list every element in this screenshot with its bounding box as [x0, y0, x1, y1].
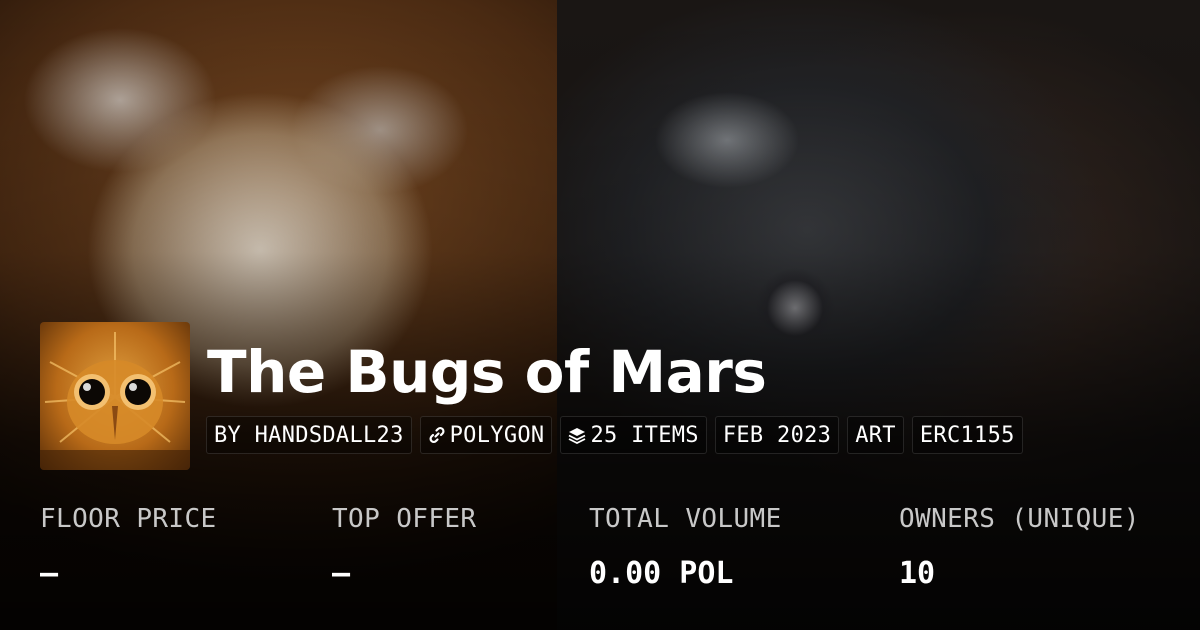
collection-title: The Bugs of Mars [207, 338, 767, 406]
link-icon [428, 426, 446, 444]
items-count-label: 25 ITEMS [590, 422, 699, 448]
stat-total-volume: TOTAL VOLUME 0.00 POL [589, 504, 782, 591]
stat-value: – [40, 556, 59, 591]
stat-label: TOTAL VOLUME [589, 504, 782, 534]
category-tag[interactable]: ART [847, 416, 904, 454]
stat-label: TOP OFFER [332, 504, 477, 534]
owl-bug-avatar-image [40, 332, 190, 470]
collection-avatar [40, 322, 190, 470]
category-tag-label: ART [855, 422, 896, 448]
layers-icon [568, 426, 586, 444]
chain-tag[interactable]: POLYGON [419, 416, 553, 454]
stat-top-offer: TOP OFFER – [332, 504, 476, 591]
creator-tag-label: BY HANDSDALL23 [214, 422, 404, 448]
stat-floor-price: FLOOR PRICE – [40, 504, 217, 591]
token-standard-tag: ERC1155 [911, 416, 1023, 454]
stat-owners: OWNERS (UNIQUE) 10 [899, 504, 1140, 591]
stat-label: FLOOR PRICE [40, 504, 217, 534]
stat-value: 10 [899, 556, 936, 591]
stat-value: 0.00 POL [589, 556, 734, 591]
stat-label: OWNERS (UNIQUE) [899, 504, 1140, 534]
chain-tag-label: POLYGON [449, 422, 545, 448]
collection-tags: BY HANDSDALL23 POLYGON 25 ITEMS FEB 2023… [206, 416, 1023, 454]
token-standard-label: ERC1155 [919, 422, 1015, 448]
created-date-tag: FEB 2023 [714, 416, 840, 454]
stat-value: – [332, 556, 351, 591]
created-date-label: FEB 2023 [722, 422, 832, 448]
creator-tag[interactable]: BY HANDSDALL23 [206, 416, 412, 454]
items-count-tag: 25 ITEMS [560, 416, 707, 454]
